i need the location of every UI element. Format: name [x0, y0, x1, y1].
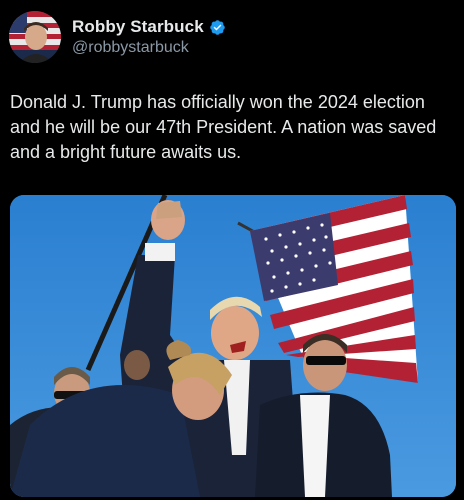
- post-media-photo[interactable]: [10, 195, 456, 497]
- post-header: Robby Starbuck @robbystarbuck: [9, 10, 449, 64]
- post-card[interactable]: Robby Starbuck @robbystarbuck Donald J. …: [0, 0, 464, 500]
- post-text: Donald J. Trump has officially won the 2…: [10, 92, 437, 162]
- background-person: [124, 350, 150, 380]
- verified-badge-icon: [209, 19, 226, 36]
- author-handle[interactable]: @robbystarbuck: [72, 39, 226, 57]
- avatar-image: [9, 11, 61, 63]
- avatar[interactable]: [9, 11, 61, 63]
- rally-photo: [10, 195, 456, 497]
- name-row: Robby Starbuck: [72, 17, 226, 37]
- author-names: Robby Starbuck @robbystarbuck: [72, 17, 226, 57]
- author-display-name[interactable]: Robby Starbuck: [72, 17, 204, 37]
